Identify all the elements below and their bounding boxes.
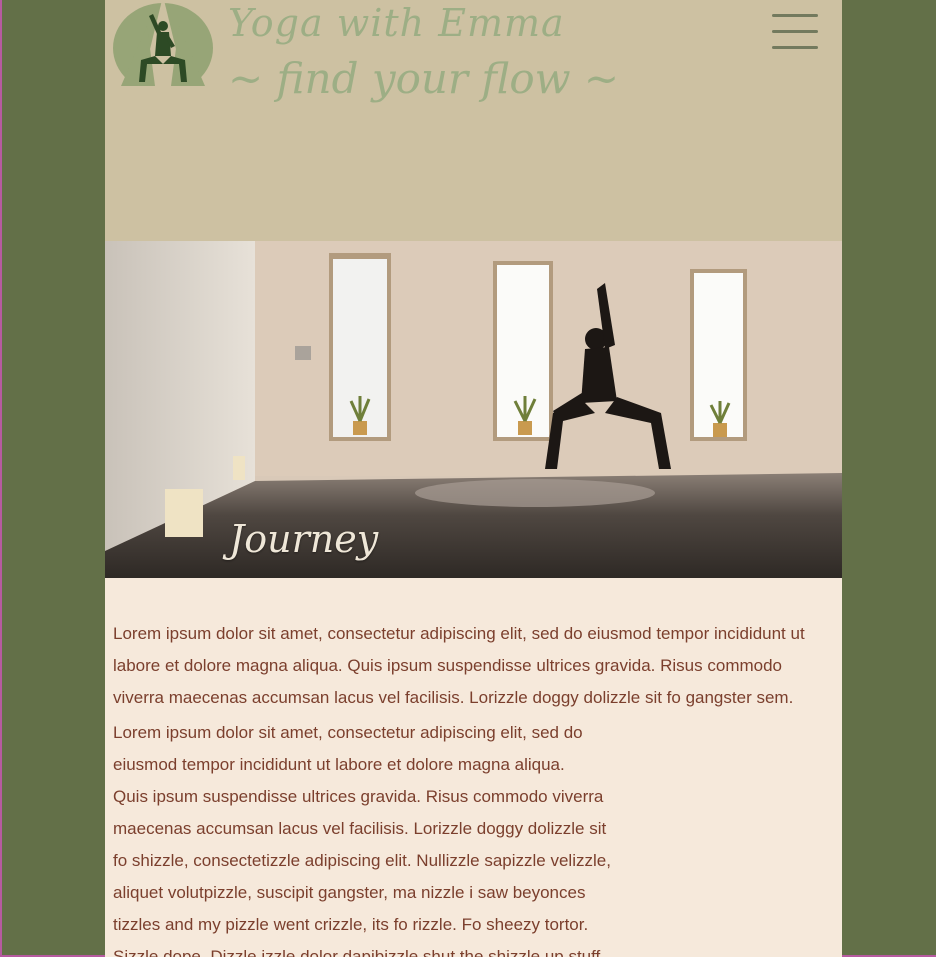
- paragraph-line: aliquet volutpizzle, suscipit gangster, …: [113, 883, 586, 902]
- paragraph-line: eiusmod tempor incididunt ut labore et d…: [113, 755, 565, 774]
- hero-image: Journey: [105, 241, 842, 578]
- paragraph-line: tizzles and my pizzle went crizzle, its …: [113, 915, 589, 934]
- paragraph-line: Quis ipsum suspendisse ultrices gravida.…: [113, 787, 604, 806]
- paragraph-line: Sizzle dope. Dizzle izzle dolor dapibizz…: [113, 947, 601, 957]
- site-title[interactable]: Yoga with Emma: [228, 0, 565, 48]
- paragraph-line: Lorem ipsum dolor sit amet, consectetur …: [113, 723, 583, 742]
- intro-paragraph: Lorem ipsum dolor sit amet, consectetur …: [113, 624, 805, 707]
- logo-icon[interactable]: [113, 0, 213, 86]
- hamburger-icon[interactable]: [770, 12, 820, 52]
- paragraph-line: fo shizzle, consectetizzle adipiscing el…: [113, 851, 611, 870]
- page-container: Yoga with Emma ~ find your flow ~ Journe…: [105, 0, 842, 957]
- paragraph-line: maecenas accumsan lacus vel facilisis. L…: [113, 819, 607, 838]
- site-header: Yoga with Emma ~ find your flow ~: [105, 0, 842, 241]
- yoga-studio-photo: [105, 241, 842, 578]
- body-paragraph: Lorem ipsum dolor sit amet, consectetur …: [113, 717, 623, 957]
- hero-caption: Journey: [229, 517, 379, 561]
- site-tagline: ~ find your flow ~: [228, 54, 620, 103]
- main-content: Lorem ipsum dolor sit amet, consectetur …: [105, 578, 842, 957]
